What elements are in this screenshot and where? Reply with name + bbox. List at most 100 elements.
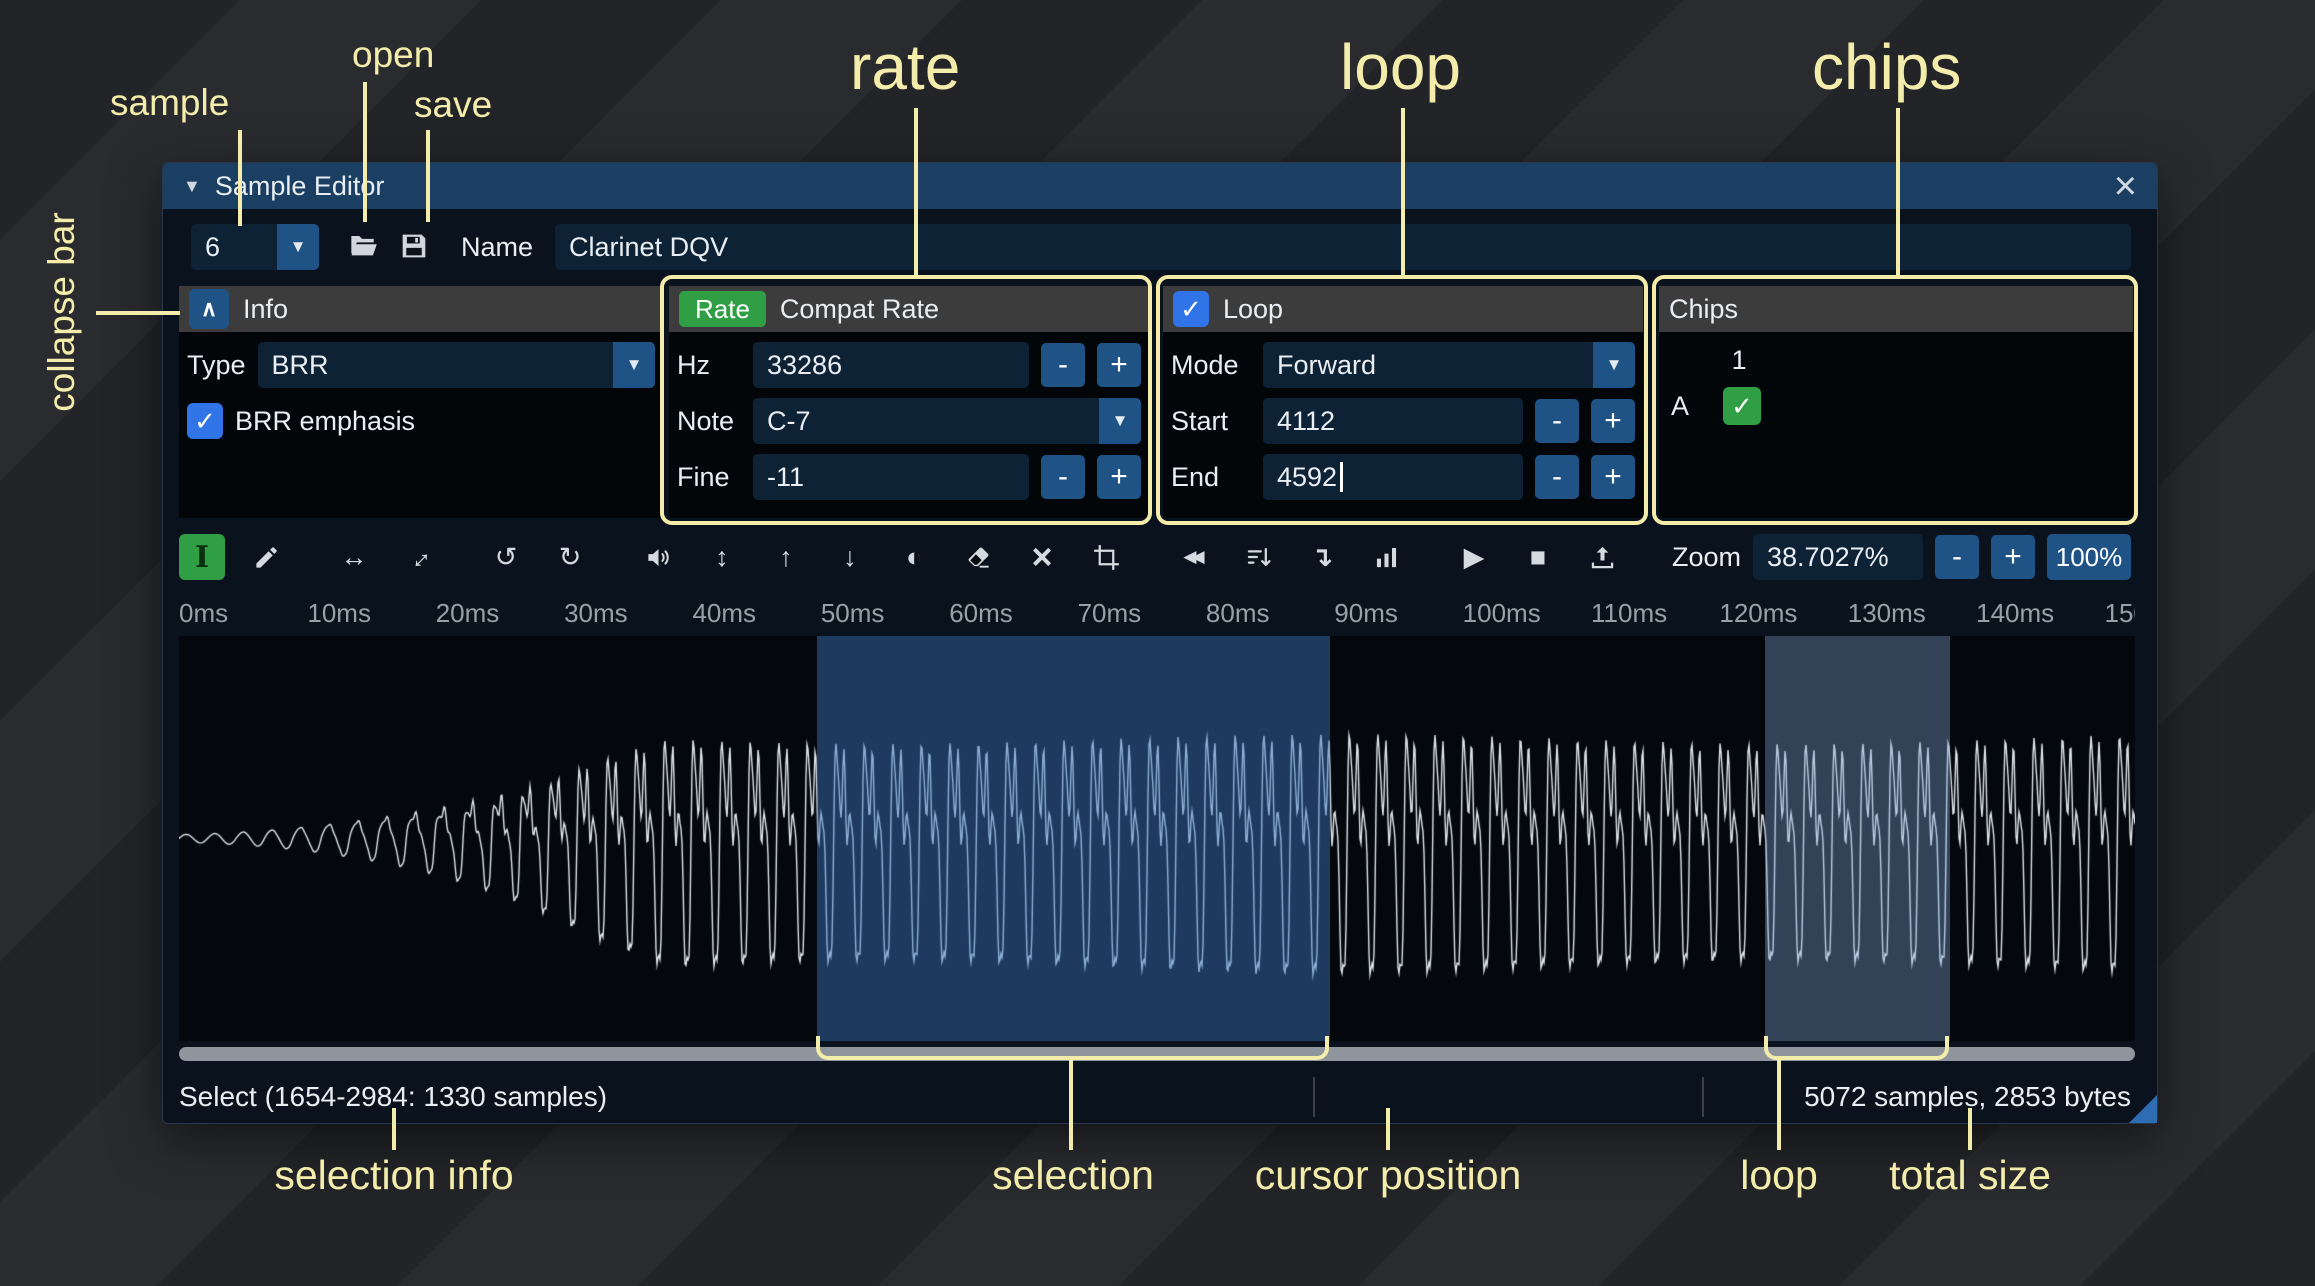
close-icon[interactable]: × bbox=[2114, 166, 2137, 206]
apply-silence-button[interactable] bbox=[955, 534, 1001, 580]
window-collapse-icon[interactable]: ▼ bbox=[183, 176, 201, 197]
zoom-input[interactable]: 38.7027% bbox=[1753, 534, 1923, 580]
selection-region[interactable] bbox=[816, 636, 1330, 1041]
loop-start-increment-button[interactable]: + bbox=[1591, 399, 1635, 443]
annotation-line-collapse-bar bbox=[96, 311, 180, 315]
name-label: Name bbox=[461, 231, 534, 262]
draw-mode-button[interactable] bbox=[243, 534, 289, 580]
sample-select[interactable]: 6 ▼ bbox=[191, 224, 319, 270]
timeline-ruler[interactable]: 0ms 10ms 20ms 30ms 40ms 50ms 60ms 70ms 80ms 90ms 1… bbox=[179, 596, 2135, 630]
loop-end-increment-button[interactable]: + bbox=[1591, 455, 1635, 499]
create-wavetable-button[interactable] bbox=[1579, 534, 1625, 580]
collapse-info-button[interactable]: ∧ bbox=[189, 289, 229, 329]
fade-in-button[interactable]: ↑ bbox=[763, 534, 809, 580]
loop-start-input[interactable]: 4112 bbox=[1263, 398, 1523, 444]
chevron-down-icon[interactable]: ▼ bbox=[1593, 342, 1635, 388]
loop-end-decrement-button[interactable]: - bbox=[1535, 455, 1579, 499]
save-button[interactable] bbox=[389, 224, 439, 270]
preview-button[interactable]: ▶ bbox=[1451, 534, 1497, 580]
rate-header: Rate Compat Rate bbox=[669, 286, 1149, 332]
annotation-rate-label: rate bbox=[850, 31, 961, 103]
chevron-up-icon: ∧ bbox=[200, 296, 218, 321]
amplify-button[interactable] bbox=[635, 534, 681, 580]
normalize-button[interactable]: ↕ bbox=[699, 534, 745, 580]
annotation-line-chips bbox=[1896, 108, 1900, 276]
half-circle-icon: ◐ bbox=[905, 541, 923, 572]
window-resize-grip[interactable] bbox=[2129, 1095, 2157, 1123]
annotation-sample-label: sample bbox=[110, 82, 230, 123]
type-row: Type BRR ▼ bbox=[187, 342, 655, 388]
name-input[interactable]: Clarinet DQV bbox=[555, 224, 2131, 270]
fine-decrement-button[interactable]: - bbox=[1041, 455, 1085, 499]
loop-mode-select[interactable]: Forward ▼ bbox=[1263, 342, 1635, 388]
annotation-line-selection-info bbox=[392, 1108, 396, 1150]
hz-value: 33286 bbox=[767, 349, 843, 380]
timeline-tick: 10ms bbox=[307, 598, 371, 628]
note-select[interactable]: C-7 ▼ bbox=[753, 398, 1141, 444]
arrow-down-icon: ↓ bbox=[843, 541, 857, 572]
brr-emphasis-checkbox[interactable]: ✓ bbox=[187, 403, 223, 439]
chevron-down-icon[interactable]: ▼ bbox=[613, 342, 655, 388]
select-mode-button[interactable]: I bbox=[179, 534, 225, 580]
zoom-in-button[interactable]: + bbox=[1991, 535, 2035, 579]
crossfade-loop-button[interactable] bbox=[1235, 534, 1281, 580]
annotation-selection-label: selection bbox=[992, 1152, 1154, 1198]
fine-increment-button[interactable]: + bbox=[1097, 455, 1141, 499]
chips-header-label: Chips bbox=[1669, 293, 1739, 324]
hz-input[interactable]: 33286 bbox=[753, 342, 1029, 388]
timeline-tick: 110ms bbox=[1591, 598, 1668, 628]
trim-button[interactable] bbox=[1083, 534, 1129, 580]
loop-end-input[interactable]: 4592 bbox=[1263, 454, 1523, 500]
rate-panel: Rate Compat Rate Hz 33286 - + Note C-7 ▼… bbox=[669, 286, 1149, 518]
timeline-tick: 80ms bbox=[1205, 598, 1270, 628]
hz-decrement-button[interactable]: - bbox=[1041, 343, 1085, 387]
annotation-line-cursor-position bbox=[1386, 1108, 1390, 1150]
fade-out-button[interactable]: ↓ bbox=[827, 534, 873, 580]
timeline-tick: 20ms bbox=[435, 598, 500, 628]
redo-icon: ↻ bbox=[558, 541, 582, 572]
apply-filter-button[interactable] bbox=[1363, 534, 1409, 580]
redo-button[interactable]: ↻ bbox=[547, 534, 593, 580]
fine-input[interactable]: -11 bbox=[753, 454, 1029, 500]
bar-chart-icon bbox=[1373, 544, 1400, 571]
resample-button[interactable]: ↔ bbox=[395, 534, 441, 580]
type-select[interactable]: BRR ▼ bbox=[257, 342, 655, 388]
status-bar: Select (1654-2984: 1330 samples) 5072 sa… bbox=[179, 1069, 2131, 1125]
arrows-h-icon: ↔ bbox=[340, 541, 368, 572]
zoom-out-button[interactable]: - bbox=[1935, 535, 1979, 579]
chevron-down-icon[interactable]: ▼ bbox=[277, 224, 319, 270]
chevron-down-icon[interactable]: ▼ bbox=[1099, 398, 1141, 444]
titlebar[interactable]: ▼ Sample Editor × bbox=[163, 163, 2157, 209]
fine-label: Fine bbox=[677, 461, 730, 492]
delete-button[interactable]: × bbox=[1019, 534, 1065, 580]
signed-unsigned-button[interactable]: ↴ bbox=[1299, 534, 1345, 580]
timeline-tick: 150ms bbox=[2104, 598, 2135, 628]
loop-header: ✓ Loop bbox=[1163, 286, 1643, 332]
open-button[interactable] bbox=[339, 224, 389, 270]
brr-emphasis-label: BRR emphasis bbox=[235, 405, 416, 436]
annotation-bracket-selection bbox=[815, 1036, 1329, 1060]
reverse-button[interactable]: ◀◀ bbox=[1171, 534, 1217, 580]
zoom-reset-button[interactable]: 100% bbox=[2047, 534, 2131, 580]
waveform-display[interactable] bbox=[179, 636, 2135, 1041]
annotation-line-total-size bbox=[1968, 1108, 1972, 1150]
loop-end-value: 4592 bbox=[1277, 461, 1338, 492]
chips-row-label: A bbox=[1671, 390, 1690, 421]
invert-button[interactable]: ◐ bbox=[891, 534, 937, 580]
chip-a-enable-checkbox[interactable]: ✓ bbox=[1723, 387, 1762, 425]
loop-header-label: Loop bbox=[1223, 293, 1284, 324]
undo-button[interactable]: ↺ bbox=[483, 534, 529, 580]
loop-start-decrement-button[interactable]: - bbox=[1535, 399, 1579, 443]
chips-header: Chips bbox=[1659, 286, 2133, 332]
rate-toggle-button[interactable]: Rate bbox=[679, 291, 766, 327]
hz-increment-button[interactable]: + bbox=[1097, 343, 1141, 387]
info-header-label: Info bbox=[243, 293, 289, 324]
stop-preview-button[interactable]: ■ bbox=[1515, 534, 1561, 580]
resize-button[interactable]: ↔ bbox=[331, 534, 377, 580]
timeline-tick: 90ms bbox=[1334, 598, 1398, 628]
hz-row: Hz 33286 - + bbox=[677, 342, 1141, 388]
folder-open-icon bbox=[348, 230, 380, 265]
undo-icon: ↺ bbox=[494, 541, 518, 572]
loop-checkbox[interactable]: ✓ bbox=[1173, 291, 1209, 327]
info-header: ∧ Info bbox=[179, 286, 663, 332]
